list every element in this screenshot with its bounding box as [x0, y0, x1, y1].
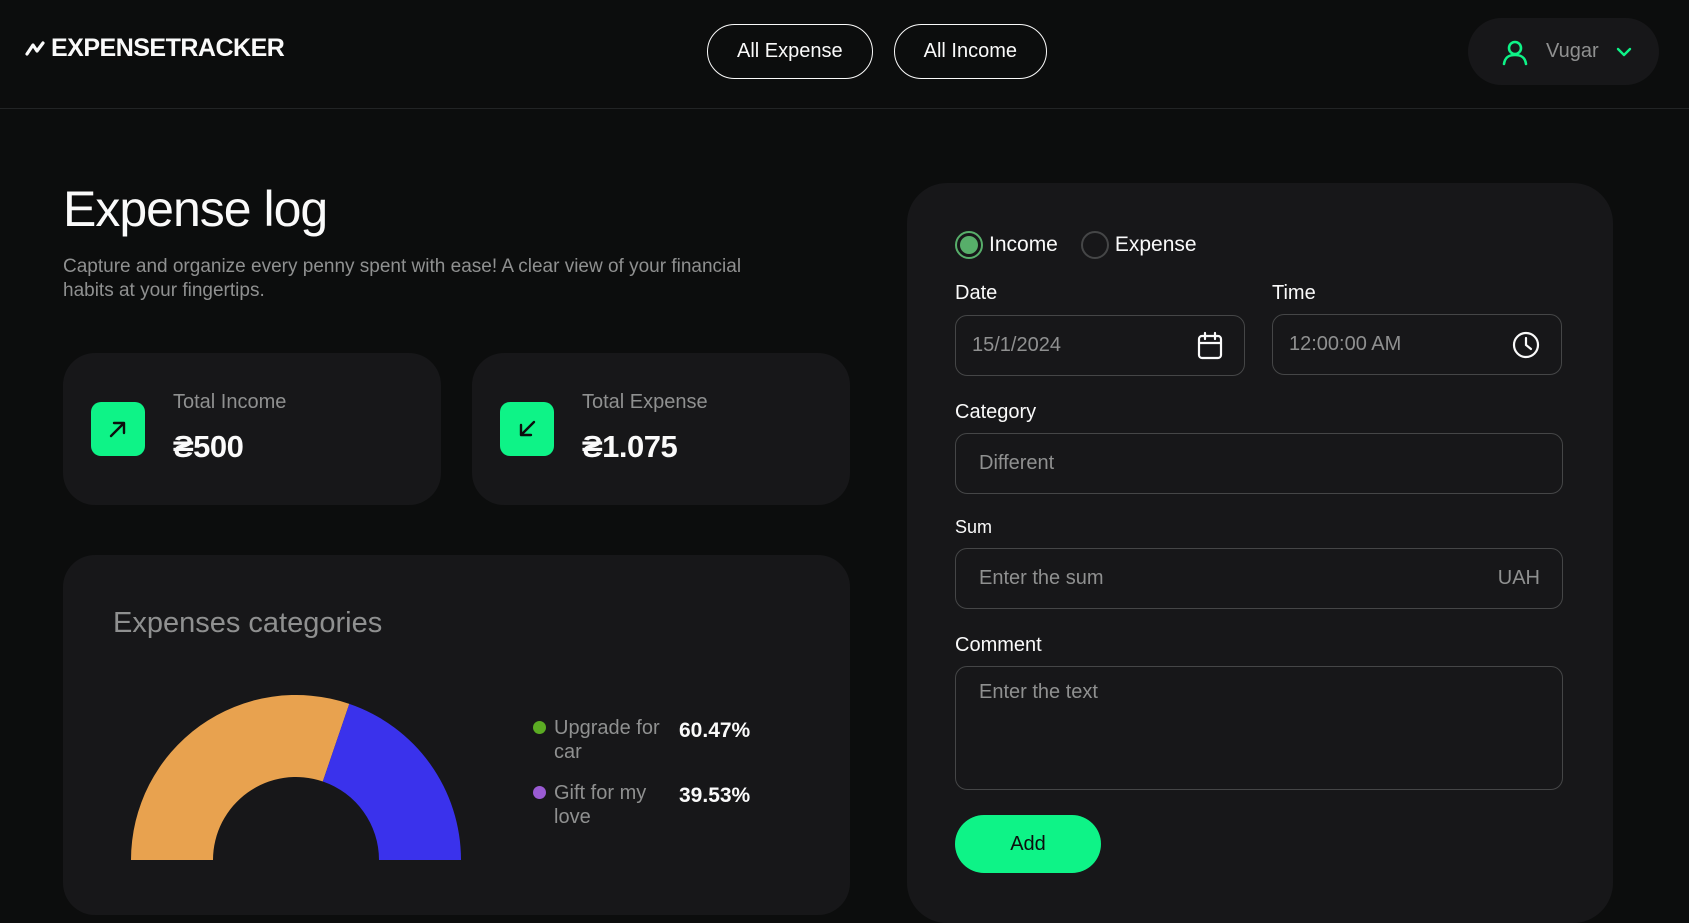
- page-subtitle: Capture and organize every penny spent w…: [63, 256, 742, 301]
- currency-suffix: UAH: [1497, 567, 1540, 589]
- sum-label: Sum: [955, 517, 993, 537]
- header: EXPENSETRACKER All Expense All Income Vu…: [0, 0, 1689, 109]
- sum-placeholder: Enter the sum: [979, 567, 1104, 589]
- type-radio-group: Income Expense: [955, 231, 1197, 259]
- total-income-card: Total Income ₴500: [63, 353, 441, 505]
- total-income-value: ₴500: [173, 429, 244, 464]
- radio-indicator[interactable]: [955, 231, 983, 259]
- legend-item: Upgrade for car 60.47%: [533, 716, 783, 764]
- category-label: Category: [955, 401, 1037, 423]
- total-expense-value: ₴1.075: [582, 429, 678, 464]
- legend-label: Upgrade for car: [554, 717, 660, 763]
- zigzag-icon: [25, 40, 45, 56]
- income-radio-label: Income: [989, 233, 1058, 256]
- chevron-down-icon: [1616, 47, 1631, 56]
- page-title: Expense log: [63, 181, 328, 237]
- donut-chart: [131, 695, 461, 860]
- date-input[interactable]: 15/1/2024: [955, 315, 1245, 376]
- legend-percent: 39.53%: [679, 784, 751, 807]
- logo-text: EXPENSETRACKER: [51, 34, 285, 62]
- time-value: 12:00:00 AM: [1289, 333, 1402, 355]
- donut-slice-2: [322, 703, 461, 860]
- category-value: Different: [979, 452, 1055, 474]
- legend-dot: [533, 721, 546, 734]
- expenses-categories-card: Expenses categories Upgrade for car 60.4…: [63, 555, 850, 915]
- date-value: 15/1/2024: [972, 334, 1061, 356]
- expense-radio-label: Expense: [1114, 233, 1197, 256]
- time-input[interactable]: 12:00:00 AM: [1272, 314, 1562, 375]
- total-expense-card: Total Expense ₴1.075: [472, 353, 850, 505]
- comment-label: Comment: [955, 634, 1042, 656]
- sum-input[interactable]: Enter the sum UAH: [955, 548, 1563, 609]
- income-badge: [91, 402, 145, 456]
- all-income-button[interactable]: All Income: [893, 24, 1047, 79]
- transaction-form: Income Expense Date 15/1/2024 Time 12:00…: [907, 183, 1613, 923]
- user-icon: [1502, 40, 1528, 65]
- arrow-up-right-icon: [109, 421, 126, 438]
- user-name: Vugar: [1546, 40, 1599, 62]
- user-menu[interactable]: Vugar: [1468, 18, 1659, 85]
- donut-slice-1: [131, 695, 350, 860]
- legend-item: Gift for my love 39.53%: [533, 781, 783, 829]
- top-nav: All Expense All Income: [707, 24, 1047, 79]
- comment-placeholder: Enter the text: [979, 681, 1098, 703]
- clock-icon[interactable]: [1511, 330, 1541, 360]
- total-expense-label: Total Expense: [582, 391, 708, 413]
- radio-indicator[interactable]: [1080, 231, 1109, 259]
- expense-radio[interactable]: Expense: [1080, 231, 1197, 259]
- legend-label: Gift for my love: [554, 782, 647, 828]
- expense-badge: [500, 402, 554, 456]
- add-button[interactable]: Add: [955, 815, 1101, 873]
- total-income-label: Total Income: [173, 391, 287, 413]
- legend-dot: [533, 786, 546, 799]
- category-input[interactable]: Different: [955, 433, 1563, 494]
- all-expense-button[interactable]: All Expense: [707, 24, 873, 79]
- date-label: Date: [955, 282, 998, 304]
- arrow-down-left-icon: [519, 420, 536, 437]
- comment-textarea[interactable]: Enter the text: [955, 666, 1563, 790]
- time-label: Time: [1272, 282, 1316, 304]
- income-radio[interactable]: Income: [955, 231, 1058, 259]
- chart-title: Expenses categories: [113, 607, 383, 639]
- calendar-icon[interactable]: [1196, 331, 1224, 361]
- legend-percent: 60.47%: [679, 719, 751, 742]
- logo[interactable]: EXPENSETRACKER: [25, 34, 285, 63]
